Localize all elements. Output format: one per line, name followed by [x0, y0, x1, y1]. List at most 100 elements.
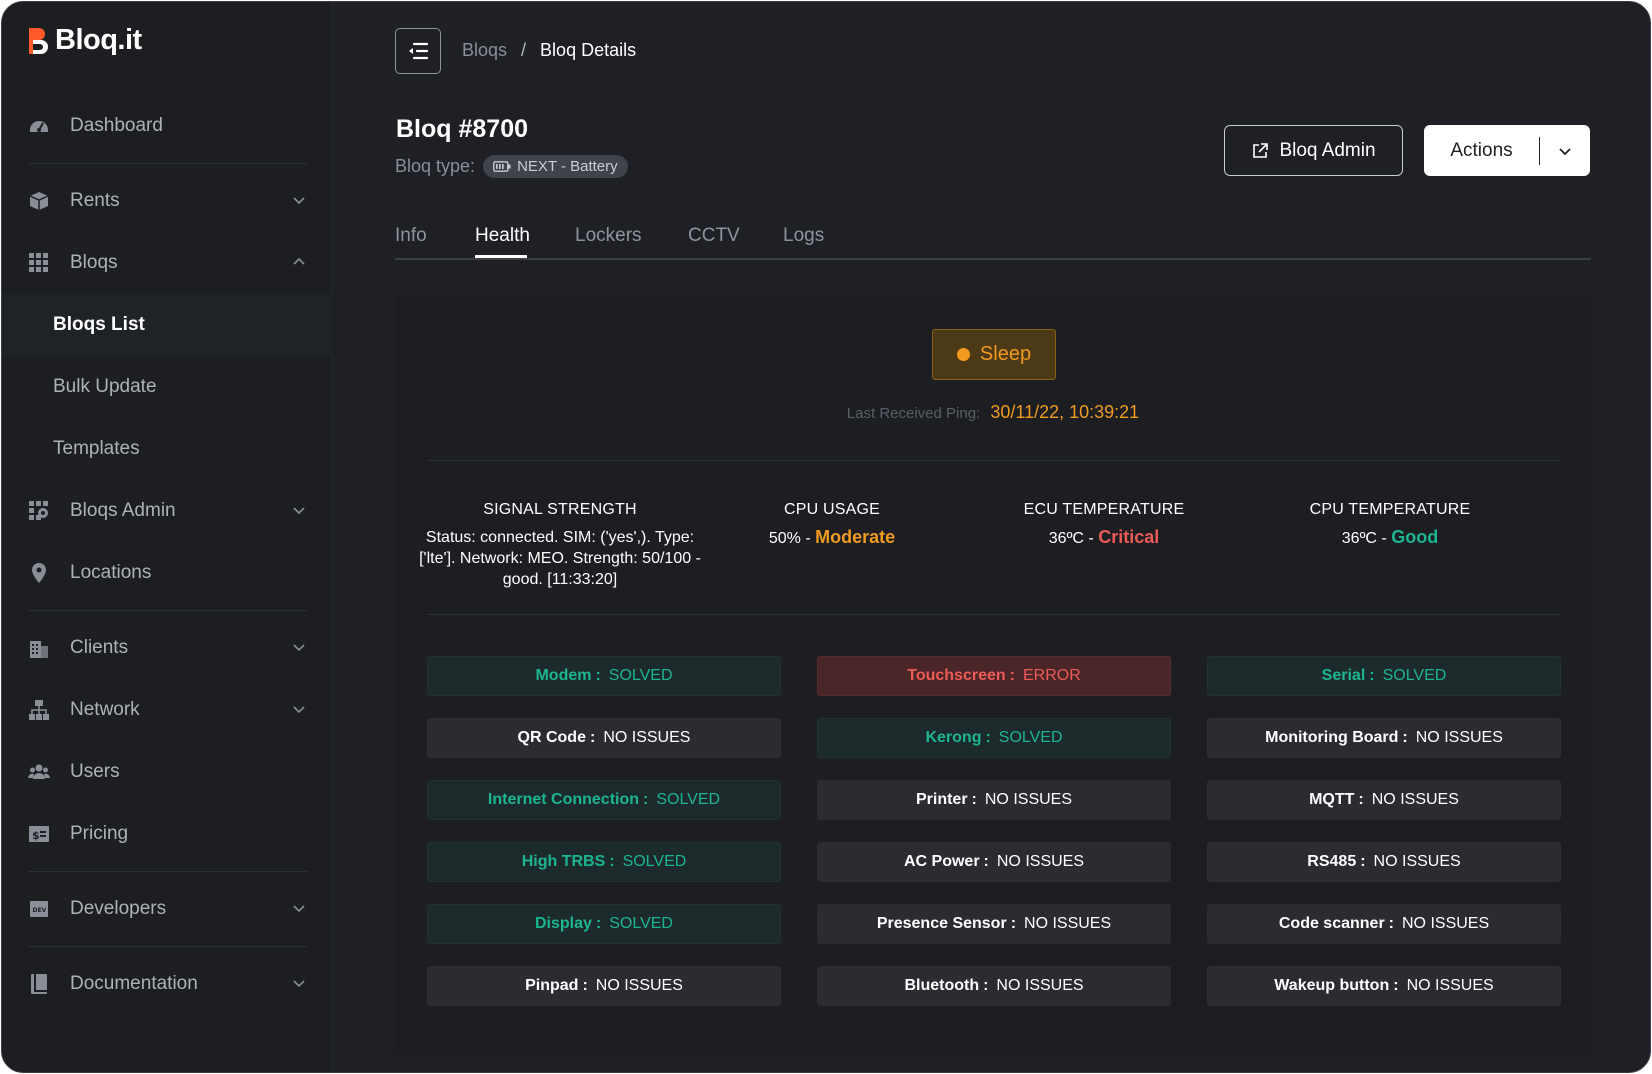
component-name: RS485 — [1307, 853, 1357, 870]
component-name: High TRBS — [521, 853, 606, 870]
bloq-type-label: Bloq type: — [395, 156, 476, 176]
tab-health[interactable]: Health — [475, 225, 530, 247]
metric-value-row: 50% - Moderate — [768, 527, 896, 547]
component-status: NO ISSUES — [1371, 791, 1459, 808]
metric-level: Moderate — [815, 527, 896, 547]
sidebar-item-dashboard[interactable]: Dashboard — [2, 95, 333, 157]
logo[interactable]: Bloq.it — [27, 24, 142, 57]
component-separator: : — [595, 915, 602, 932]
sidebar-item-bloqs-admin[interactable]: Bloqs Admin — [2, 480, 333, 542]
sidebar-item-bloqs[interactable]: Bloqs — [2, 232, 333, 294]
sidebar-item-label: Users — [70, 761, 120, 782]
component-status-qr-code: QR Code: NO ISSUES — [427, 718, 781, 758]
bloq-type-row: Bloq type: NEXT - Battery — [395, 155, 628, 178]
actions-dropdown-toggle[interactable] — [1540, 125, 1590, 176]
sidebar-item-users[interactable]: Users — [2, 741, 333, 803]
tab-lockers[interactable]: Lockers — [575, 225, 642, 247]
sidebar-item-pricing[interactable]: $ Pricing — [2, 803, 333, 865]
component-status: NO ISSUES — [996, 853, 1085, 870]
component-status: SOLVED — [608, 667, 673, 684]
sidebar-item-label: Bloqs Admin — [70, 500, 176, 521]
metric-title: CPU USAGE — [783, 501, 881, 518]
metric-value: 36ºC — [1341, 530, 1377, 547]
component-separator: : — [1358, 791, 1364, 808]
component-separator: : — [983, 977, 989, 994]
divider — [427, 614, 1561, 615]
sidebar-item-label: Pricing — [70, 823, 129, 844]
tab-logs[interactable]: Logs — [783, 225, 824, 247]
dev-icon: DEV — [28, 898, 50, 920]
bloq-admin-label: Bloq Admin — [1279, 139, 1376, 161]
component-status-display: Display: SOLVED — [427, 904, 781, 944]
sidebar-item-locations[interactable]: Locations — [2, 542, 333, 604]
component-status-bluetooth: Bluetooth: NO ISSUES — [817, 966, 1171, 1006]
metric-title: CPU TEMPERATURE — [1309, 501, 1471, 518]
component-separator: : — [1393, 977, 1399, 994]
component-separator: : — [1360, 853, 1366, 870]
component-status: SOLVED — [622, 853, 687, 870]
breadcrumb: Bloqs / Bloq Details — [462, 40, 636, 61]
component-status-presence-sensor: Presence Sensor: NO ISSUES — [817, 904, 1171, 944]
component-status: NO ISSUES — [996, 977, 1084, 994]
sidebar-item-network[interactable]: Network — [2, 679, 333, 741]
sidebar-subitem-bulk-update[interactable]: Bulk Update — [2, 356, 333, 418]
component-name: Display — [535, 915, 592, 932]
component-status-kerong: Kerong: SOLVED — [817, 718, 1171, 758]
status-label: Sleep — [979, 343, 1032, 365]
tab-info[interactable]: Info — [395, 225, 427, 247]
component-status: ERROR — [1022, 667, 1081, 684]
component-status-serial: Serial: SOLVED — [1207, 656, 1561, 696]
component-status-internet-connection: Internet Connection: SOLVED — [427, 780, 781, 820]
sidebar-collapse-button[interactable] — [395, 28, 441, 74]
sidebar-subitem-templates[interactable]: Templates — [2, 418, 333, 480]
menu-collapse-icon — [409, 42, 429, 60]
bloq-type-value: NEXT - Battery — [517, 158, 618, 175]
breadcrumb-separator: / — [521, 40, 527, 60]
component-separator: : — [1402, 729, 1408, 746]
component-name: Serial — [1321, 667, 1366, 684]
admin-grid-icon — [28, 500, 50, 522]
component-separator: : — [1010, 915, 1017, 932]
metric-value: 50% — [768, 530, 801, 547]
sidebar-item-label: Developers — [70, 898, 167, 919]
metric-value: Status: connected. SIM: ('yes',). Type: … — [419, 529, 701, 588]
sidebar-item-documentation[interactable]: Documentation — [2, 953, 333, 1015]
app-window: Bloq.it Dashboard Rents Bloqs Bloqs List… — [1, 1, 1651, 1073]
metric-ecu-temperature: ECU TEMPERATURE 36ºC - Critical — [959, 501, 1249, 549]
component-status-pinpad: Pinpad: NO ISSUES — [427, 966, 781, 1006]
sidebar: Bloq.it Dashboard Rents Bloqs Bloqs List… — [2, 2, 333, 1072]
bloq-admin-button[interactable]: Bloq Admin — [1224, 125, 1403, 176]
component-separator: : — [582, 977, 588, 994]
metric-signal-strength: SIGNAL STRENGTH Status: connected. SIM: … — [415, 501, 705, 590]
component-separator: : — [643, 791, 649, 808]
component-status-touchscreen: Touchscreen: ERROR — [817, 656, 1171, 696]
component-name: MQTT — [1309, 791, 1355, 808]
sidebar-item-label: Dashboard — [70, 115, 163, 136]
metric-title: SIGNAL STRENGTH — [483, 501, 637, 518]
component-separator: : — [971, 791, 977, 808]
external-link-icon — [1253, 142, 1269, 158]
sidebar-item-label: Rents — [70, 190, 120, 211]
component-name: Code scanner — [1278, 915, 1385, 932]
metric-cpu-usage: CPU USAGE 50% - Moderate — [687, 501, 977, 549]
sidebar-subitem-bloqs-list[interactable]: Bloqs List — [2, 294, 333, 356]
component-name: Modem — [535, 667, 592, 684]
component-name: Bluetooth — [904, 977, 980, 994]
breadcrumb-bloqs-link[interactable]: Bloqs — [462, 40, 507, 61]
last-ping-label: Last Received Ping: — [846, 405, 981, 422]
bloqit-logo-icon — [27, 25, 51, 57]
component-status-wakeup-button: Wakeup button: NO ISSUES — [1207, 966, 1561, 1006]
sidebar-item-clients[interactable]: Clients — [2, 617, 333, 679]
actions-button[interactable]: Actions — [1424, 140, 1539, 162]
component-separator: : — [1009, 667, 1015, 684]
sidebar-item-rents[interactable]: Rents — [2, 170, 333, 232]
component-status-monitoring-board: Monitoring Board: NO ISSUES — [1207, 718, 1561, 758]
sidebar-item-label: Clients — [70, 637, 129, 658]
metric-title: ECU TEMPERATURE — [1023, 501, 1185, 518]
tab-cctv[interactable]: CCTV — [688, 225, 740, 247]
book-icon — [28, 973, 50, 995]
component-status: SOLVED — [656, 791, 721, 808]
sidebar-item-developers[interactable]: DEV Developers — [2, 878, 333, 940]
page-title: Bloq #8700 — [396, 115, 529, 143]
component-separator: : — [589, 729, 596, 746]
